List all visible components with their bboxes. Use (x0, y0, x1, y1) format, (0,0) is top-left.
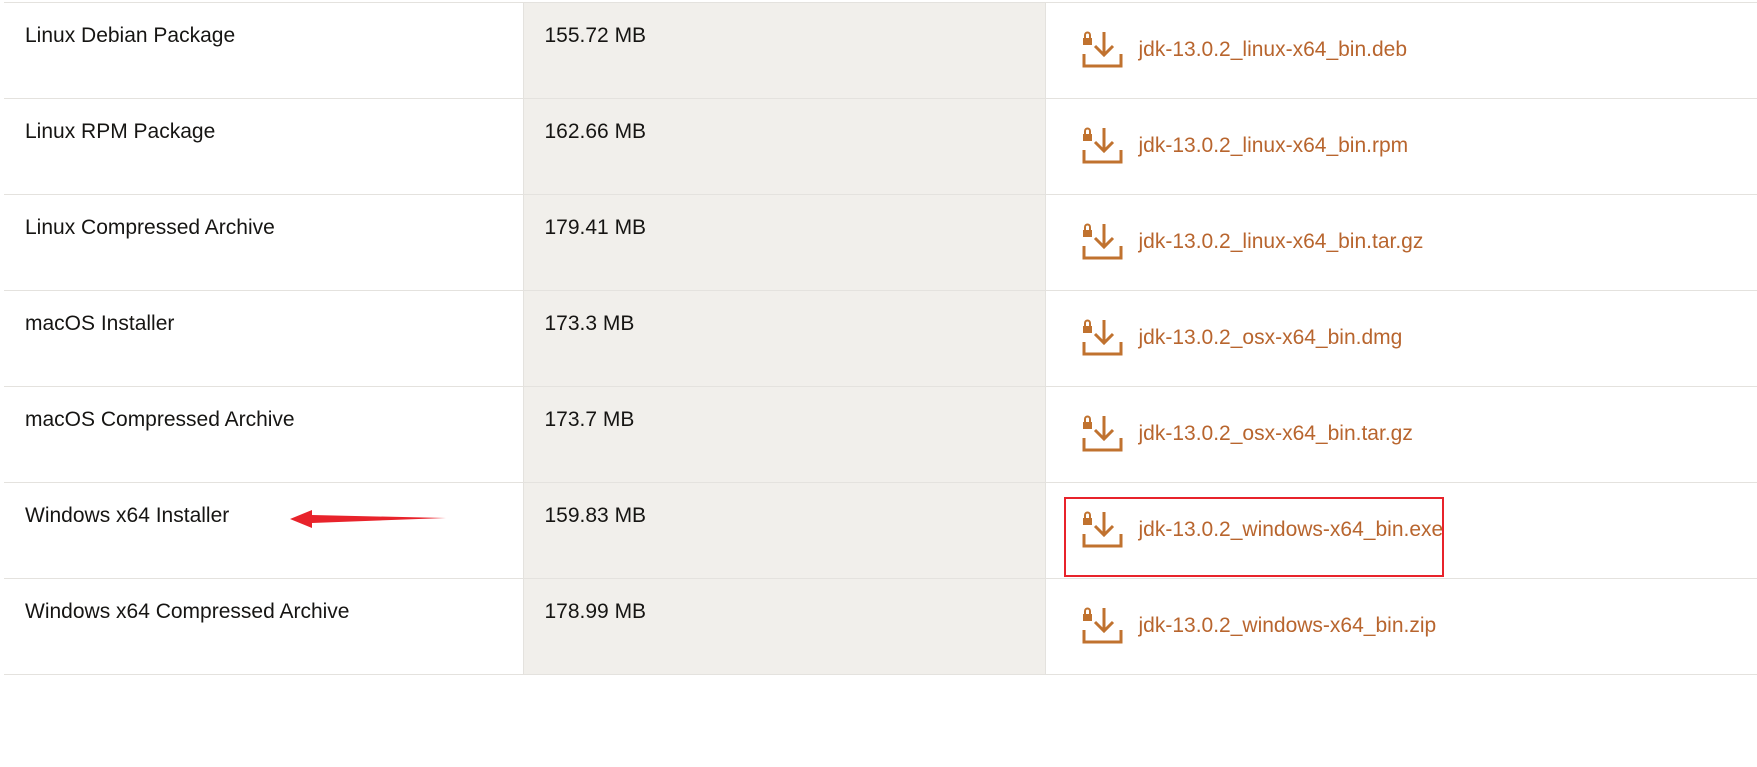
table-row: Linux RPM Package 162.66 MB jdk-13.0.2_lin… (4, 98, 1757, 195)
download-filename: jdk-13.0.2_linux-x64_bin.tar.gz (1138, 230, 1424, 253)
locked-download-icon (1082, 127, 1122, 164)
file-size-cell: 178.99 MB (522, 578, 1046, 675)
product-label: macOS Compressed Archive (25, 408, 295, 431)
download-link[interactable]: jdk-13.0.2_osx-x64_bin.dmg (1081, 318, 1403, 358)
download-filename: jdk-13.0.2_osx-x64_bin.tar.gz (1138, 422, 1413, 445)
download-cell: jdk-13.0.2_windows-x64_bin.exe (1045, 482, 1757, 579)
download-cell: jdk-13.0.2_osx-x64_bin.dmg (1045, 290, 1757, 387)
locked-download-icon (1082, 607, 1122, 644)
download-link[interactable]: jdk-13.0.2_linux-x64_bin.rpm (1081, 126, 1409, 166)
download-link[interactable]: jdk-13.0.2_linux-x64_bin.deb (1081, 30, 1408, 70)
product-label: Linux RPM Package (25, 120, 216, 143)
product-cell: Linux Debian Package (4, 2, 523, 99)
file-size-label: 179.41 MB (544, 216, 647, 239)
locked-download-icon (1082, 31, 1122, 68)
product-cell: macOS Compressed Archive (4, 386, 523, 483)
downloads-table: Linux Debian Package 155.72 MB jdk-13.0.2_… (4, 2, 1757, 675)
locked-download-icon (1082, 511, 1122, 548)
file-size-label: 173.7 MB (544, 408, 635, 431)
file-size-cell: 162.66 MB (522, 98, 1046, 195)
download-cell: jdk-13.0.2_osx-x64_bin.tar.gz (1045, 386, 1757, 483)
file-size-cell: 159.83 MB (522, 482, 1046, 579)
file-size-cell: 179.41 MB (522, 194, 1046, 291)
product-label: Linux Debian Package (25, 24, 236, 47)
download-filename: jdk-13.0.2_windows-x64_bin.exe (1138, 518, 1444, 541)
download-cell: jdk-13.0.2_linux-x64_bin.deb (1045, 2, 1757, 99)
table-row: Windows x64 Compressed Archive 178.99 MB j… (4, 578, 1757, 675)
product-cell: Linux Compressed Archive (4, 194, 523, 291)
file-size-label: 162.66 MB (544, 120, 647, 143)
download-link[interactable]: jdk-13.0.2_linux-x64_bin.tar.gz (1081, 222, 1424, 262)
download-cell: jdk-13.0.2_linux-x64_bin.rpm (1045, 98, 1757, 195)
download-cell: jdk-13.0.2_linux-x64_bin.tar.gz (1045, 194, 1757, 291)
download-filename: jdk-13.0.2_windows-x64_bin.zip (1138, 614, 1437, 637)
file-size-cell: 155.72 MB (522, 2, 1046, 99)
file-size-cell: 173.3 MB (522, 290, 1046, 387)
download-link[interactable]: jdk-13.0.2_windows-x64_bin.exe (1081, 510, 1444, 550)
download-link[interactable]: jdk-13.0.2_osx-x64_bin.tar.gz (1081, 414, 1413, 454)
download-filename: jdk-13.0.2_osx-x64_bin.dmg (1138, 326, 1403, 349)
locked-download-icon (1082, 319, 1122, 356)
product-cell: Windows x64 Compressed Archive (4, 578, 523, 675)
download-filename: jdk-13.0.2_linux-x64_bin.deb (1138, 38, 1408, 61)
file-size-label: 173.3 MB (544, 312, 635, 335)
locked-download-icon (1082, 415, 1122, 452)
file-size-label: 159.83 MB (544, 504, 647, 527)
locked-download-icon (1082, 223, 1122, 260)
product-label: Windows x64 Installer (25, 504, 230, 527)
table-row: Linux Compressed Archive 179.41 MB jdk-13.… (4, 194, 1757, 291)
product-cell: macOS Installer (4, 290, 523, 387)
table-row: macOS Compressed Archive 173.7 MB jdk-13.0… (4, 386, 1757, 483)
table-row: Linux Debian Package 155.72 MB jdk-13.0.2_… (4, 2, 1757, 99)
product-cell: Windows x64 Installer (4, 482, 523, 579)
download-cell: jdk-13.0.2_windows-x64_bin.zip (1045, 578, 1757, 675)
downloads-table-body: Linux Debian Package 155.72 MB jdk-13.0.2_… (4, 2, 1757, 675)
file-size-cell: 173.7 MB (522, 386, 1046, 483)
product-label: Linux Compressed Archive (25, 216, 275, 239)
product-label: macOS Installer (25, 312, 175, 335)
file-size-label: 155.72 MB (544, 24, 647, 47)
table-row: macOS Installer 173.3 MB jdk-13.0.2_osx-x6… (4, 290, 1757, 387)
table-row: Windows x64 Installer 159.83 MB jdk-13.0.2… (4, 482, 1757, 579)
download-filename: jdk-13.0.2_linux-x64_bin.rpm (1138, 134, 1409, 157)
product-cell: Linux RPM Package (4, 98, 523, 195)
product-label: Windows x64 Compressed Archive (25, 600, 350, 623)
download-link[interactable]: jdk-13.0.2_windows-x64_bin.zip (1081, 606, 1437, 646)
file-size-label: 178.99 MB (544, 600, 647, 623)
